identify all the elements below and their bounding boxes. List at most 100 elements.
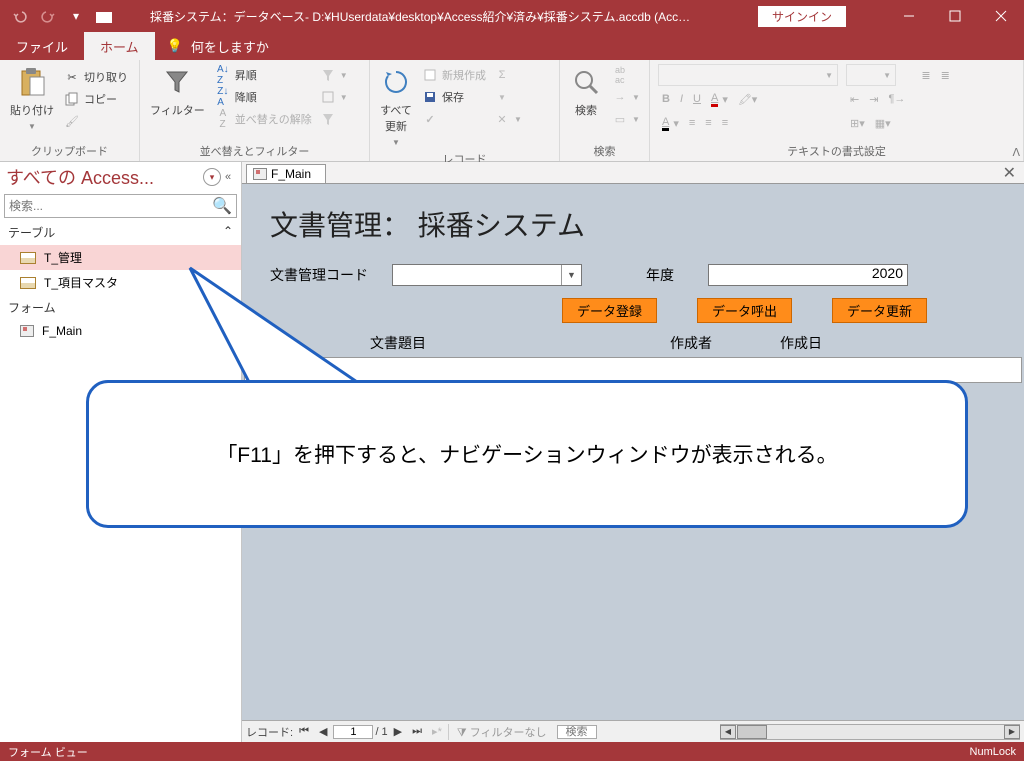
cut-button[interactable]: ✂切り取り bbox=[60, 66, 132, 88]
recnav-next[interactable]: ▶ bbox=[390, 725, 406, 738]
ribbon-collapse-button[interactable]: ᐱ bbox=[1012, 146, 1020, 159]
replace-button[interactable]: abac bbox=[608, 64, 644, 86]
lightbulb-icon: 💡 bbox=[167, 38, 183, 54]
ltr-button[interactable]: ¶→ bbox=[884, 88, 909, 110]
nav-search-input[interactable] bbox=[5, 199, 208, 213]
spelling-icon: ✓ bbox=[422, 111, 438, 127]
scroll-thumb[interactable] bbox=[737, 725, 767, 739]
code-combobox[interactable]: ▼ bbox=[392, 264, 582, 286]
paste-button[interactable]: 貼り付け ▼ bbox=[4, 62, 60, 135]
window-title: 採番システム：データベース- D:¥HUserdata¥desktop¥Acce… bbox=[120, 8, 758, 25]
tab-file[interactable]: ファイル bbox=[0, 32, 84, 60]
document-tab-fmain[interactable]: F_Main bbox=[246, 164, 326, 183]
font-size-combo[interactable]: ▼ bbox=[846, 64, 896, 86]
form-icon bbox=[253, 168, 267, 180]
gridlines-button[interactable]: ⊞▾ bbox=[846, 112, 869, 134]
recnav-position[interactable] bbox=[333, 725, 373, 739]
recnav-prev[interactable]: ◀ bbox=[315, 725, 331, 738]
redo-button[interactable] bbox=[36, 4, 60, 28]
chevron-down-icon: ▼ bbox=[494, 89, 510, 105]
recnav-new[interactable]: ▸* bbox=[428, 725, 446, 738]
col-date: 作成日 bbox=[780, 333, 870, 353]
find-button[interactable]: 検索 bbox=[564, 62, 608, 122]
scissors-icon: ✂ bbox=[64, 69, 80, 85]
nav-header-label: すべての Access... bbox=[6, 164, 201, 190]
nav-header[interactable]: すべての Access... ▾ « bbox=[0, 162, 241, 192]
filter-button[interactable]: フィルター bbox=[144, 62, 211, 122]
close-button[interactable] bbox=[978, 0, 1024, 32]
align-left-button[interactable]: ≡ bbox=[685, 112, 699, 134]
font-color-button[interactable]: A▾ bbox=[707, 88, 732, 110]
sort-asc-icon: A↓Z bbox=[215, 67, 231, 83]
scroll-right-button[interactable]: ▶ bbox=[1004, 725, 1020, 739]
select-button[interactable]: ▭▼ bbox=[608, 108, 644, 130]
ribbon: 貼り付け ▼ ✂切り取り コピー 🖌 クリップボード フィルター A↓Z昇順 Z… bbox=[0, 60, 1024, 162]
underline-button[interactable]: U bbox=[689, 88, 705, 110]
save-record-button[interactable]: 保存 bbox=[418, 86, 490, 108]
update-button[interactable]: データ更新 bbox=[832, 298, 927, 323]
selection-filter-button[interactable]: ▼ bbox=[316, 64, 352, 86]
recnav-search[interactable] bbox=[557, 725, 597, 739]
recnav-filter[interactable]: ⧩ フィルターなし bbox=[448, 724, 555, 740]
new-record-button[interactable]: 新規作成 bbox=[418, 64, 490, 86]
refresh-label: すべて 更新 bbox=[380, 102, 412, 134]
delete-button[interactable]: ✕▼ bbox=[490, 108, 526, 130]
font-combo[interactable]: ▼ bbox=[658, 64, 838, 86]
funnel-icon: ⧩ bbox=[457, 727, 470, 739]
numbering-button[interactable]: ≣ bbox=[937, 64, 954, 86]
record-navigator: レコード: ⏮ ◀ / 1 ▶ ⏭ ▸* ⧩ フィルターなし ◀ ▶ bbox=[242, 720, 1024, 742]
totals-button[interactable]: Σ bbox=[490, 64, 526, 86]
refresh-all-button[interactable]: すべて 更新 ▼ bbox=[374, 62, 418, 151]
align-center-button[interactable]: ≡ bbox=[701, 112, 715, 134]
callout-text: 「F11」を押下すると、ナビゲーションウィンドウが表示される。 bbox=[216, 439, 837, 469]
clear-sort-button[interactable]: AZ並べ替えの解除 bbox=[211, 108, 316, 130]
copy-button[interactable]: コピー bbox=[60, 88, 132, 110]
tab-home[interactable]: ホーム bbox=[84, 32, 155, 60]
nav-collapse-button[interactable]: « bbox=[221, 171, 235, 183]
status-bar: フォーム ビュー NumLock bbox=[0, 742, 1024, 761]
document-close-button[interactable]: ✕ bbox=[995, 163, 1024, 183]
more-button[interactable]: ▼ bbox=[490, 86, 526, 108]
fill-color-button[interactable]: 🖍▾ bbox=[734, 88, 762, 110]
italic-button[interactable]: I bbox=[676, 88, 687, 110]
funnel-icon bbox=[161, 66, 193, 98]
status-view: フォーム ビュー bbox=[8, 744, 88, 760]
year-field[interactable]: 2020 bbox=[708, 264, 908, 286]
new-icon bbox=[422, 67, 438, 83]
indent-dec-button[interactable]: ⇤ bbox=[846, 88, 863, 110]
horizontal-scrollbar[interactable]: ◀ ▶ bbox=[720, 724, 1020, 740]
recnav-last[interactable]: ⏭ bbox=[408, 725, 426, 738]
alt-row-button[interactable]: ▦▾ bbox=[871, 112, 895, 134]
font-color2-button[interactable]: A▾ bbox=[658, 112, 683, 134]
toggle-filter-button[interactable] bbox=[316, 108, 352, 130]
recnav-first[interactable]: ⏮ bbox=[295, 725, 313, 738]
tell-me[interactable]: 💡 何をしますか bbox=[155, 32, 281, 60]
signin-button[interactable]: サインイン bbox=[758, 6, 846, 27]
undo-button[interactable] bbox=[8, 4, 32, 28]
align-right-button[interactable]: ≡ bbox=[718, 112, 732, 134]
clear-sort-icon: AZ bbox=[215, 111, 231, 127]
sort-desc-button[interactable]: Z↓A降順 bbox=[211, 86, 316, 108]
maximize-button[interactable] bbox=[932, 0, 978, 32]
advanced-filter-button[interactable]: ▼ bbox=[316, 86, 352, 108]
bullets-button[interactable]: ≣ bbox=[917, 64, 934, 86]
recnav-total: / 1 bbox=[375, 726, 387, 738]
indent-inc-button[interactable]: ⇥ bbox=[865, 88, 882, 110]
callout-annotation: 「F11」を押下すると、ナビゲーションウィンドウが表示される。 bbox=[86, 380, 968, 528]
group-label-format: テキストの書式設定 bbox=[654, 143, 1019, 161]
nav-search[interactable]: 🔍 bbox=[4, 194, 237, 218]
sort-asc-button[interactable]: A↓Z昇順 bbox=[211, 64, 316, 86]
scroll-left-button[interactable]: ◀ bbox=[720, 725, 736, 739]
ribbon-tabs: ファイル ホーム 💡 何をしますか bbox=[0, 32, 1024, 60]
nav-group-tables[interactable]: テーブル⌃ bbox=[0, 220, 241, 245]
qat-customize[interactable]: ▾ bbox=[64, 4, 88, 28]
register-button[interactable]: データ登録 bbox=[562, 298, 657, 323]
replace-icon: abac bbox=[612, 67, 628, 83]
spelling-button[interactable]: ✓ bbox=[418, 108, 490, 130]
bold-button[interactable]: B bbox=[658, 88, 674, 110]
format-painter-button[interactable]: 🖌 bbox=[60, 110, 132, 132]
nav-menu-button[interactable]: ▾ bbox=[203, 168, 221, 186]
goto-button[interactable]: →▼ bbox=[608, 86, 644, 108]
minimize-button[interactable] bbox=[886, 0, 932, 32]
load-button[interactable]: データ呼出 bbox=[697, 298, 792, 323]
